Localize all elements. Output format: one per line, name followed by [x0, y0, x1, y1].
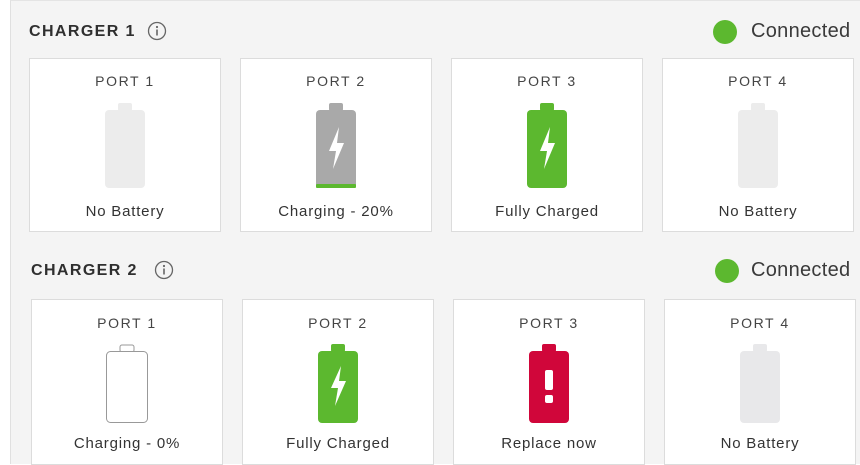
port-status: Fully Charged — [286, 435, 390, 452]
port-label: PORT 3 — [519, 315, 579, 331]
port-status: No Battery — [718, 203, 798, 220]
battery-empty-icon — [740, 344, 780, 423]
connection-status-text: Connected — [751, 20, 851, 42]
charger-2-port-2[interactable]: PORT 2 Fully Charged — [242, 299, 434, 465]
battery-empty-icon — [738, 103, 778, 188]
connection-status-text: Connected — [751, 259, 851, 281]
port-status: No Battery — [720, 435, 800, 452]
battery-error-icon — [529, 344, 569, 423]
port-status: Replace now — [501, 435, 597, 452]
port-label: PORT 4 — [730, 315, 790, 331]
charger-1-port-4[interactable]: PORT 4 No Battery — [662, 58, 854, 232]
port-status: Charging - 0% — [73, 435, 181, 452]
connection-status-dot — [713, 20, 737, 44]
info-icon[interactable] — [154, 260, 174, 280]
charger-1-port-2[interactable]: PORT 2 Charging - 20% — [240, 58, 432, 232]
charger-2-port-1[interactable]: PORT 1 Charging - 0% — [31, 299, 223, 465]
charger-1-header: CHARGER 1 Connected — [11, 13, 860, 49]
port-label: PORT 1 — [97, 315, 157, 331]
port-status: Fully Charged — [495, 203, 599, 220]
battery-full-icon — [318, 344, 358, 423]
charger-2-port-3[interactable]: PORT 3 Replace now — [453, 299, 645, 465]
port-label: PORT 2 — [308, 315, 368, 331]
port-label: PORT 3 — [517, 73, 577, 89]
port-label: PORT 2 — [306, 73, 366, 89]
charger-1-title: CHARGER 1 — [29, 23, 136, 40]
port-status: Charging - 20% — [278, 203, 394, 220]
charger-panel: CHARGER 1 Connected PORT 1 No Battery PO… — [10, 0, 860, 465]
charger-2-header: CHARGER 2 Connected — [11, 252, 860, 288]
battery-full-icon — [527, 103, 567, 188]
port-label: PORT 1 — [95, 73, 155, 89]
battery-empty-icon — [105, 103, 145, 188]
info-icon[interactable] — [147, 21, 167, 41]
battery-charging-icon — [316, 103, 356, 188]
port-label: PORT 4 — [728, 73, 788, 89]
port-status: No Battery — [85, 203, 165, 220]
connection-status-dot — [715, 259, 739, 283]
charger-1-port-1[interactable]: PORT 1 No Battery — [29, 58, 221, 232]
battery-outline-icon — [106, 344, 148, 423]
charger-1-port-3[interactable]: PORT 3 Fully Charged — [451, 58, 643, 232]
charger-2-port-4[interactable]: PORT 4 No Battery — [664, 299, 856, 465]
charger-2-title: CHARGER 2 — [31, 262, 138, 279]
